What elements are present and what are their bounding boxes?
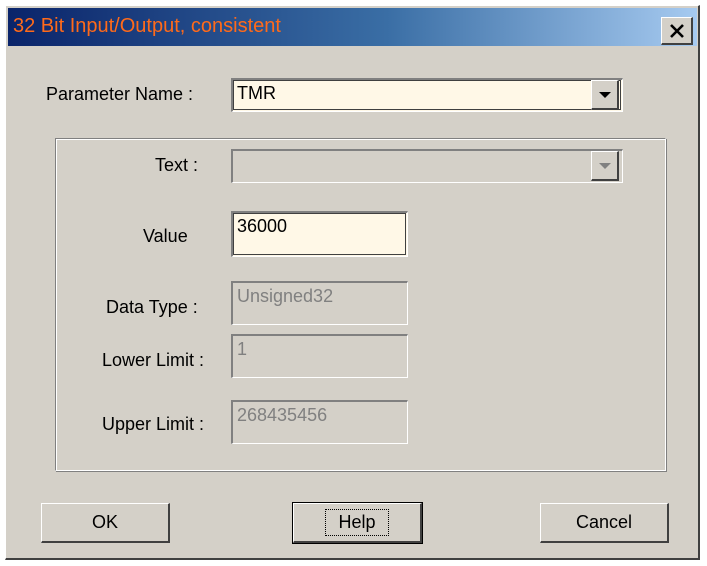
upper-limit-label: Upper Limit : xyxy=(102,414,205,434)
title-bar[interactable]: 32 Bit Input/Output, consistent xyxy=(8,8,697,46)
help-button[interactable]: Help xyxy=(292,502,423,544)
cancel-button-label: Cancel xyxy=(575,512,633,532)
value-text: 36000 xyxy=(237,216,288,236)
data-type-label: Data Type : xyxy=(106,297,198,317)
lower-limit-label: Lower Limit : xyxy=(102,350,205,370)
cancel-button[interactable]: Cancel xyxy=(540,503,669,543)
lower-limit-value: 1 xyxy=(237,339,248,359)
close-button[interactable] xyxy=(661,17,693,45)
ok-button-label: OK xyxy=(91,512,118,532)
text-combo[interactable] xyxy=(231,149,623,183)
text-dropdown-button[interactable] xyxy=(591,151,619,181)
parameter-name-label: Parameter Name : xyxy=(46,84,194,104)
text-label: Text : xyxy=(155,155,199,175)
dialog-window: 32 Bit Input/Output, consistent Paramete… xyxy=(5,5,700,560)
parameter-name-value: TMR xyxy=(237,83,276,103)
upper-limit-field: 268435456 xyxy=(231,400,408,444)
close-icon xyxy=(669,23,684,38)
lower-limit-field: 1 xyxy=(231,334,408,378)
data-type-value: Unsigned32 xyxy=(237,286,334,306)
chevron-down-icon xyxy=(598,162,611,169)
upper-limit-value: 268435456 xyxy=(237,405,328,425)
chevron-down-icon xyxy=(598,91,611,98)
data-type-field: Unsigned32 xyxy=(231,281,408,325)
parameter-name-dropdown-button[interactable] xyxy=(591,80,619,110)
help-button-label: Help xyxy=(325,509,389,536)
ok-button[interactable]: OK xyxy=(41,503,170,543)
parameter-name-combo[interactable]: TMR xyxy=(231,78,623,112)
window-title: 32 Bit Input/Output, consistent xyxy=(13,15,281,37)
value-label: Value xyxy=(143,226,188,246)
value-input[interactable]: 36000 xyxy=(231,211,408,257)
